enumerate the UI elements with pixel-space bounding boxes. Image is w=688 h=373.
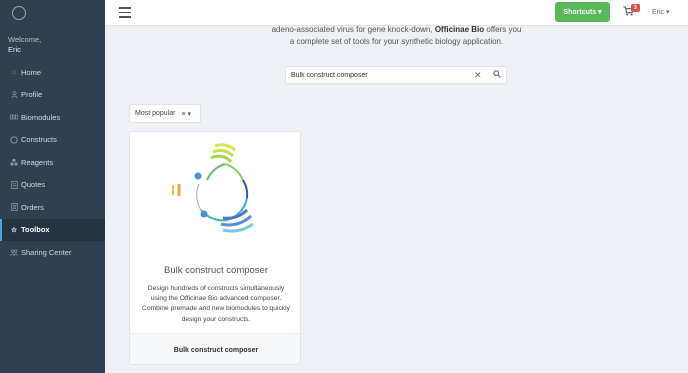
sidebar-item-label: Home xyxy=(21,67,42,77)
shortcuts-button[interactable]: Shortcuts ▾ xyxy=(555,2,610,22)
intro-text: adeno-associated virus for gene knock-do… xyxy=(105,24,688,48)
sort-dropdown[interactable]: Most popular ≡ ▾ xyxy=(129,104,201,123)
sidebar-item-label: Orders xyxy=(21,202,44,212)
card-footer-link[interactable]: Bulk construct composer xyxy=(130,333,300,364)
search-input[interactable] xyxy=(291,70,461,81)
construct-icon xyxy=(10,136,18,144)
welcome-username: Eric xyxy=(8,45,21,54)
sidebar-item-profile[interactable]: Profile xyxy=(0,84,105,107)
menu-toggle-icon[interactable] xyxy=(119,7,131,18)
sidebar-item-home[interactable]: ⌂ Home xyxy=(0,61,105,84)
card-title: Bulk construct composer xyxy=(163,265,268,276)
biomodule-icon xyxy=(10,113,18,121)
home-icon: ⌂ xyxy=(11,68,17,76)
tool-card[interactable]: Bulk construct composer Design hundreds … xyxy=(129,131,301,365)
orders-icon xyxy=(10,203,18,212)
sidebar-item-biomodules[interactable]: Biomodules xyxy=(0,106,105,129)
sort-icon: ≡ ▾ xyxy=(181,110,192,118)
quote-icon xyxy=(10,180,18,189)
sidebar-item-orders[interactable]: Orders xyxy=(0,196,105,219)
sidebar-item-toolbox[interactable]: ☆ Toolbox xyxy=(0,218,105,241)
composer-logo-icon xyxy=(165,140,265,240)
sidebar-item-reagents[interactable]: Reagents xyxy=(0,151,105,174)
sidebar-item-label: Constructs xyxy=(21,135,57,145)
cart-count-badge: 3 xyxy=(631,4,640,12)
star-icon: ☆ xyxy=(10,226,18,234)
sidebar-item-label: Quotes xyxy=(21,180,46,190)
sidebar-item-sharing-center[interactable]: Sharing Center xyxy=(0,241,105,264)
sort-label: Most popular xyxy=(135,110,176,117)
user-menu[interactable]: Eric ▾ xyxy=(652,8,670,16)
sidebar-item-quotes[interactable]: Quotes xyxy=(0,174,105,197)
sidebar-item-label: Biomodules xyxy=(21,112,61,122)
welcome-text: Welcome, xyxy=(8,35,42,44)
search-icon[interactable] xyxy=(493,70,501,80)
users-icon xyxy=(10,248,18,256)
close-icon[interactable]: ✕ xyxy=(474,70,482,81)
intro-brand: Officinae Bio xyxy=(434,25,485,34)
sidebar-nav: ⌂ Home Profile Biomodules Constructs Rea… xyxy=(0,61,105,264)
sidebar-item-constructs[interactable]: Constructs xyxy=(0,129,105,152)
sidebar-item-label: Profile xyxy=(21,90,43,100)
user-icon xyxy=(10,91,18,99)
sidebar: Welcome, Eric ⌂ Home Profile Biomodules … xyxy=(0,0,105,373)
intro-line1-end: offers you xyxy=(486,25,522,34)
logo-icon[interactable] xyxy=(12,6,26,20)
sidebar-item-label: Sharing Center xyxy=(21,247,72,257)
intro-line1: adeno-associated virus for gene knock-do… xyxy=(271,25,433,34)
card-description: Design hundreds of constructs simultaneo… xyxy=(142,285,290,323)
sidebar-item-label: Toolbox xyxy=(21,225,50,235)
intro-line2: a complete set of tools for your synthet… xyxy=(289,37,504,46)
sidebar-item-label: Reagents xyxy=(21,157,54,167)
welcome-block: Welcome, Eric xyxy=(8,35,41,55)
reagent-icon xyxy=(10,158,18,166)
search-box: ✕ xyxy=(285,66,507,84)
top-navbar: Shortcuts ▾ 3 Eric ▾ xyxy=(105,0,688,26)
